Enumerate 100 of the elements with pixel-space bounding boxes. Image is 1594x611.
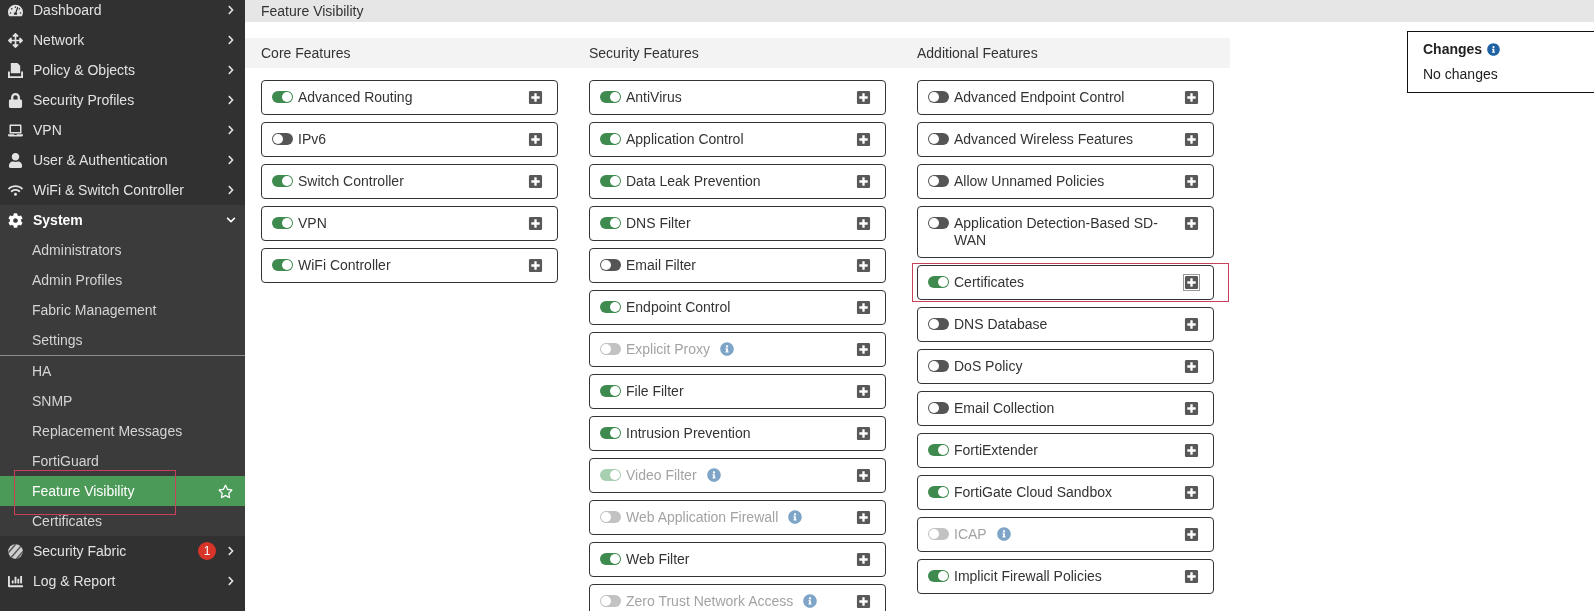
add-button[interactable]	[855, 89, 872, 106]
changes-message: No changes	[1423, 65, 1499, 83]
sidebar-item[interactable]: WiFi & Switch Controller	[0, 175, 245, 205]
plus-icon	[528, 132, 543, 147]
chevron-down-icon	[226, 215, 236, 225]
toggle-switch[interactable]	[928, 217, 949, 229]
sidebar-subitem[interactable]: Settings	[0, 325, 245, 355]
toggle-switch[interactable]	[928, 402, 949, 414]
plus-icon	[856, 426, 871, 441]
sidebar-subitem[interactable]: Admin Profiles	[0, 265, 245, 295]
toggle-switch[interactable]	[600, 91, 621, 103]
toggle-switch[interactable]	[272, 133, 293, 145]
toggle-switch[interactable]	[928, 175, 949, 187]
add-button[interactable]	[1183, 316, 1200, 333]
plus-icon	[1184, 359, 1199, 374]
add-button[interactable]	[855, 299, 872, 316]
sidebar-item[interactable]: Dashboard	[0, 0, 245, 25]
add-button[interactable]	[527, 131, 544, 148]
info-icon[interactable]	[788, 510, 803, 524]
toggle-switch[interactable]	[928, 91, 949, 103]
toggle-switch[interactable]	[600, 175, 621, 187]
toggle-switch[interactable]	[928, 444, 949, 456]
toggle-switch[interactable]	[272, 259, 293, 271]
feature-label: Web Application Firewall	[626, 509, 779, 526]
sidebar-item[interactable]: System	[0, 205, 245, 235]
column-heading: Security Features	[589, 43, 699, 63]
add-button[interactable]	[1183, 442, 1200, 459]
plus-icon	[856, 90, 871, 105]
add-button[interactable]	[855, 257, 872, 274]
add-button[interactable]	[855, 173, 872, 190]
add-button[interactable]	[1183, 131, 1200, 148]
feature-label: Email Collection	[954, 400, 1055, 417]
add-button[interactable]	[1183, 568, 1200, 585]
add-button[interactable]	[527, 173, 544, 190]
add-button[interactable]	[855, 215, 872, 232]
toggle-switch[interactable]	[600, 385, 621, 397]
feature-label: VPN	[298, 215, 327, 232]
toggle-switch[interactable]	[600, 217, 621, 229]
add-button[interactable]	[527, 257, 544, 274]
add-button[interactable]	[1183, 215, 1200, 232]
feature-label: ICAP	[954, 526, 987, 543]
toggle-switch[interactable]	[272, 91, 293, 103]
sidebar-item[interactable]: Policy & Objects	[0, 55, 245, 85]
info-icon[interactable]	[1487, 42, 1501, 56]
lock-icon	[8, 92, 23, 108]
sidebar-item[interactable]: Security Fabric 1	[0, 536, 245, 566]
sidebar-subitem[interactable]: Fabric Management	[0, 295, 245, 325]
toggle-switch[interactable]	[928, 570, 949, 582]
add-button[interactable]	[527, 215, 544, 232]
chevron-right-icon	[226, 95, 236, 105]
plus-icon	[856, 342, 871, 357]
feature-label: WiFi Controller	[298, 257, 391, 274]
changes-title: Changes	[1423, 40, 1483, 58]
sidebar-item[interactable]: User & Authentication	[0, 145, 245, 175]
sidebar-subitem[interactable]: HA	[0, 356, 245, 386]
add-button[interactable]	[1183, 89, 1200, 106]
star-icon[interactable]	[218, 483, 233, 499]
add-button[interactable]	[527, 89, 544, 106]
sidebar-item[interactable]: VPN	[0, 115, 245, 145]
info-icon[interactable]	[803, 594, 818, 608]
sidebar-subitem[interactable]: FortiGuard	[0, 446, 245, 476]
plus-icon	[1184, 174, 1199, 189]
sidebar-subitem[interactable]: Certificates	[0, 506, 245, 536]
info-icon[interactable]	[720, 342, 735, 356]
toggle-switch[interactable]	[272, 217, 293, 229]
add-button[interactable]	[1183, 358, 1200, 375]
feature-label: Advanced Routing	[298, 89, 413, 106]
sidebar-item[interactable]: Log & Report	[0, 566, 245, 596]
info-icon[interactable]	[706, 468, 721, 482]
toggle-switch[interactable]	[928, 318, 949, 330]
toggle-switch[interactable]	[600, 553, 621, 565]
add-button[interactable]	[1183, 484, 1200, 501]
feature-label: IPv6	[298, 131, 326, 148]
add-button[interactable]	[1183, 173, 1200, 190]
add-button[interactable]	[1183, 400, 1200, 417]
toggle-switch[interactable]	[600, 427, 621, 439]
sidebar-item[interactable]: Network	[0, 25, 245, 55]
sidebar-item[interactable]: Security Profiles	[0, 85, 245, 115]
toggle-switch[interactable]	[928, 360, 949, 372]
feature-label: Implicit Firewall Policies	[954, 568, 1102, 585]
plus-icon	[1184, 485, 1199, 500]
sidebar-subitem[interactable]: SNMP	[0, 386, 245, 416]
feature-label: FortiExtender	[954, 442, 1039, 459]
plus-icon	[1184, 569, 1199, 584]
toggle-switch[interactable]	[600, 133, 621, 145]
toggle-switch[interactable]	[928, 276, 949, 288]
toggle-switch[interactable]	[600, 259, 621, 271]
toggle-switch[interactable]	[600, 301, 621, 313]
sidebar-subitem[interactable]: Administrators	[0, 235, 245, 265]
toggle-switch[interactable]	[928, 133, 949, 145]
add-button[interactable]	[855, 425, 872, 442]
add-button[interactable]	[855, 383, 872, 400]
add-button[interactable]	[1183, 274, 1200, 291]
add-button[interactable]	[855, 551, 872, 568]
feature-label: Endpoint Control	[626, 299, 731, 316]
info-icon[interactable]	[996, 527, 1011, 541]
toggle-switch[interactable]	[928, 486, 949, 498]
add-button[interactable]	[855, 131, 872, 148]
sidebar-subitem[interactable]: Replacement Messages	[0, 416, 245, 446]
toggle-switch[interactable]	[272, 175, 293, 187]
